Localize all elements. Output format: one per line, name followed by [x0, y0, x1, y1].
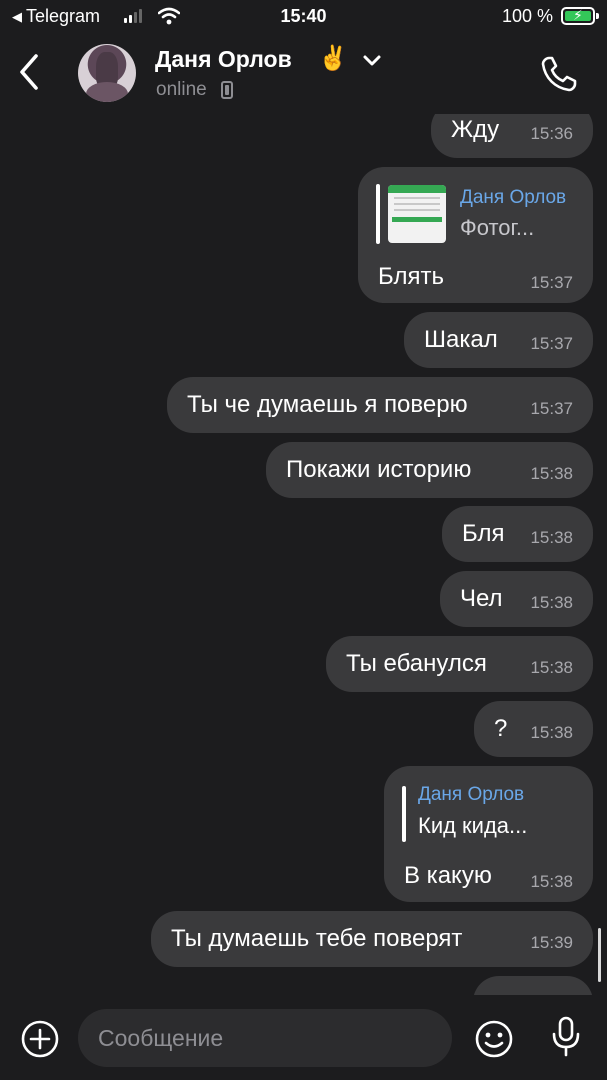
message-field[interactable] — [78, 1009, 452, 1067]
message-bubble[interactable]: Ты че думаешь я поверю 15:37 — [167, 377, 593, 433]
message-time: 15:37 — [530, 273, 573, 292]
message-bubble[interactable]: Ты думаешь тебе поверят 15:39 — [151, 911, 593, 967]
message-text: Ты че думаешь я поверю — [187, 391, 468, 418]
contact-status: online — [156, 79, 207, 100]
message-text: Бля — [462, 520, 505, 547]
message-bubble[interactable]: ? 15:38 — [474, 701, 593, 757]
message-text: Покажи историю — [286, 456, 472, 483]
message-time: 15:38 — [530, 528, 573, 547]
battery-charging-icon: ⚡ — [561, 7, 599, 25]
emoji-icon[interactable] — [474, 1019, 514, 1059]
message-bubble[interactable]: Ты ебанулся 15:38 — [326, 636, 593, 692]
mobile-device-icon — [221, 81, 233, 99]
scroll-indicator[interactable] — [598, 928, 601, 982]
name-emoji: ✌️ — [318, 45, 348, 72]
message-input[interactable] — [98, 1009, 438, 1067]
chevron-down-icon[interactable] — [362, 54, 382, 68]
plus-circle-icon[interactable] — [20, 1019, 60, 1059]
reply-author: Даня Орлов — [418, 784, 525, 805]
reply-photo-thumbnail — [388, 185, 446, 243]
reply-quote-bar — [376, 184, 380, 244]
battery-percent: 100 % — [501, 6, 553, 26]
message-text: Ты ебанулся — [346, 650, 487, 677]
message-text: Шакал — [424, 326, 498, 353]
message-text: Чел — [460, 585, 503, 612]
message-time: 15:39 — [530, 933, 573, 952]
message-list[interactable]: Жду 15:36 Даня Орлов Фотог... Блять 15:3… — [0, 114, 607, 995]
avatar[interactable] — [78, 44, 136, 102]
message-bubble[interactable]: Шакал 15:37 — [404, 312, 593, 368]
message-text: Жду — [451, 116, 500, 143]
message-bubble[interactable]: Жду 15:36 — [431, 114, 593, 158]
message-text: ? — [494, 715, 508, 742]
chat-header: Даня Орлов ✌️ online — [0, 34, 607, 114]
message-input-bar — [0, 995, 607, 1080]
message-bubble[interactable]: Бля 15:38 — [442, 506, 593, 562]
status-bar: ◀ Telegram 15:40 100 % ⚡ — [0, 0, 607, 34]
phone-call-icon[interactable] — [539, 54, 579, 94]
message-time: 15:38 — [530, 593, 573, 612]
message-time: 15:38 — [530, 658, 573, 677]
reply-author: Даня Орлов — [460, 187, 567, 208]
message-time: 15:37 — [530, 399, 573, 418]
message-text: Ты думаешь тебе поверят — [171, 925, 463, 952]
reply-message-bubble[interactable]: Даня Орлов Кид кида... В какую 15:38 — [384, 766, 593, 902]
reply-quote-bar — [402, 786, 406, 842]
message-time: 15:37 — [530, 334, 573, 353]
message-bubble-partial[interactable] — [473, 976, 593, 995]
reply-preview: Кид кида... — [418, 813, 528, 838]
reply-preview: Фотог... — [460, 215, 535, 240]
message-time: 15:38 — [530, 464, 573, 483]
message-text: В какую — [404, 862, 492, 889]
message-text: Блять — [378, 263, 444, 290]
message-bubble[interactable]: Чел 15:38 — [440, 571, 593, 627]
message-time: 15:38 — [530, 872, 573, 891]
contact-name[interactable]: Даня Орлов — [155, 46, 292, 73]
message-bubble[interactable]: Покажи историю 15:38 — [266, 442, 593, 498]
microphone-icon[interactable] — [550, 1015, 582, 1059]
reply-message-bubble[interactable]: Даня Орлов Фотог... Блять 15:37 — [358, 167, 593, 303]
message-time: 15:36 — [530, 124, 573, 143]
back-chevron-icon[interactable] — [14, 52, 44, 92]
message-time: 15:38 — [530, 723, 573, 742]
